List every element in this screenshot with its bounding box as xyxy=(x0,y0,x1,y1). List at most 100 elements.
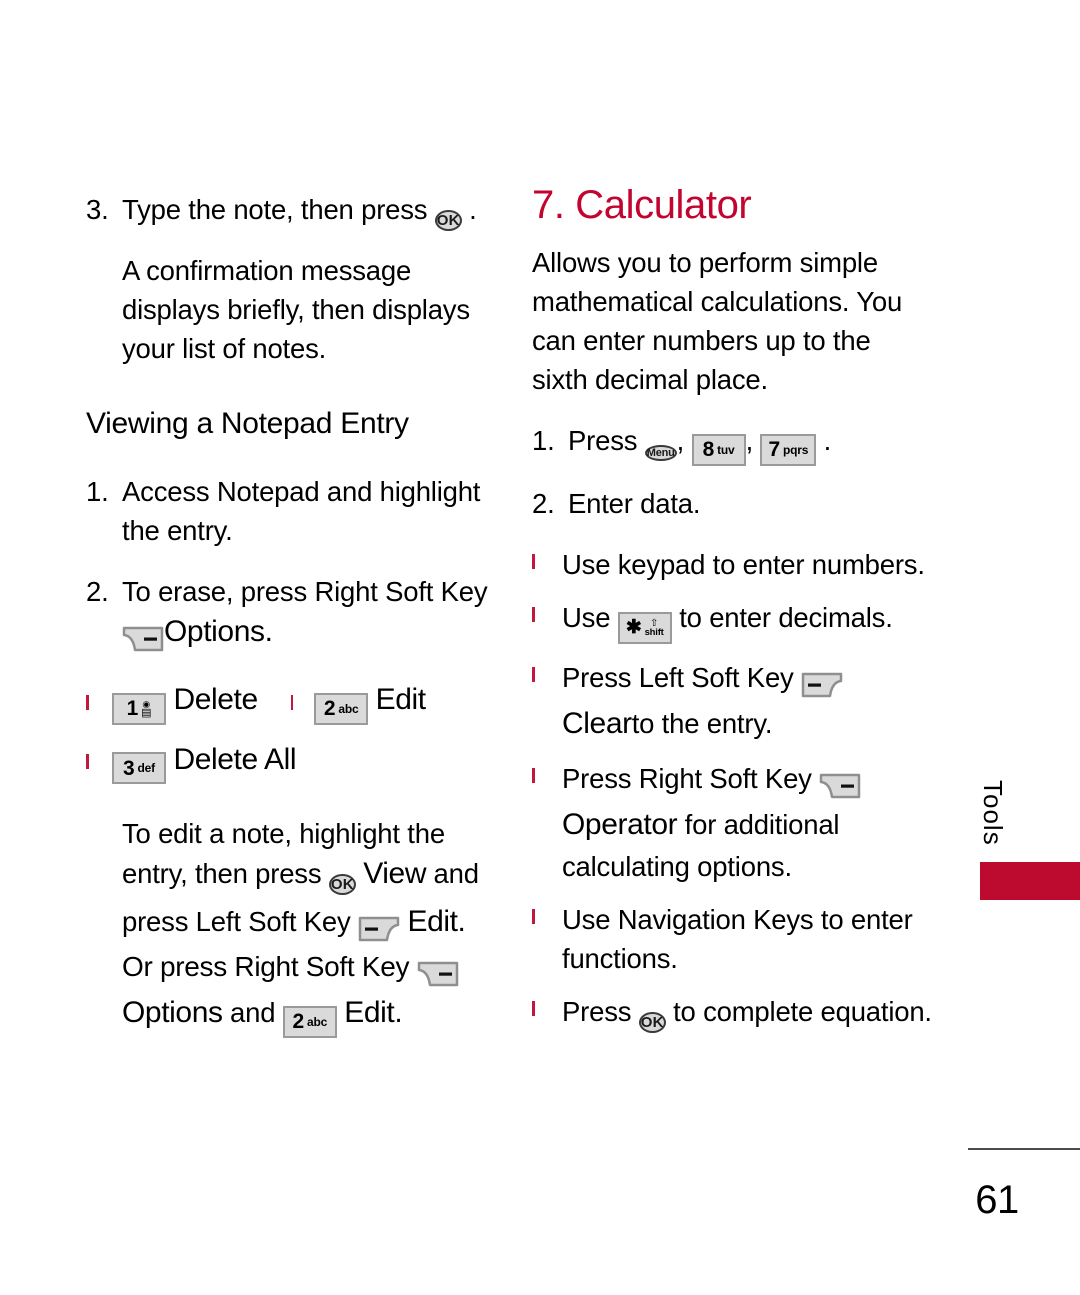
left-step-3-period: . xyxy=(469,194,477,225)
bullet-tick-icon xyxy=(532,992,562,1017)
calculator-bullet-list: Use keypad to enter numbers. Use ✱ ⇧ shif… xyxy=(532,545,932,1039)
right-soft-key-icon xyxy=(122,618,164,657)
section-tab-bar xyxy=(980,862,1080,900)
bullet-tick-icon xyxy=(532,658,562,682)
bullet-tick-icon xyxy=(290,681,307,720)
left-soft-key-icon xyxy=(358,908,400,947)
bullet-right-softkey-operator-text: Press Right Soft Key Operator for additi… xyxy=(562,759,932,886)
left-column: 3. Type the note, then press OK . A conf… xyxy=(86,190,498,1038)
right-soft-key-glyph xyxy=(819,774,861,799)
bullet-left-softkey-clear: Press Left Soft Key Clearto the entry. xyxy=(532,658,932,746)
key-2-icon: 2 abc xyxy=(314,692,369,725)
left-option-row-2-body: 3 def Delete All xyxy=(112,739,498,785)
bullet-tick-icon xyxy=(532,545,562,570)
key-1-icon: 1 ◉ ▤ xyxy=(112,692,166,725)
bullet-shift-post: to enter decimals. xyxy=(679,602,893,634)
bullet-left-softkey-clear-text: Press Left Soft Key Clearto the entry. xyxy=(562,658,932,746)
right-step-1-period: . xyxy=(823,425,832,457)
left-soft-key-glyph xyxy=(358,917,400,942)
bullet-keypad-numbers-text: Use keypad to enter numbers. xyxy=(562,549,925,581)
left-option-row-2: 3 def Delete All xyxy=(86,739,498,785)
shift-label: ⇧ shift xyxy=(644,617,664,638)
right-step-2-text: Enter data. xyxy=(568,488,701,520)
left-edit-note-options-label: Options xyxy=(122,996,223,1030)
right-step-1-comma-1: , xyxy=(676,425,685,457)
right-step-2-number: 2. xyxy=(532,488,555,520)
left-options-list: 1 ◉ ▤ Delete 2 abc Edit 3 def Delete All xyxy=(86,679,498,785)
bullet-shift-decimals-text: Use ✱ ⇧ shift to enter decimals. xyxy=(562,598,932,644)
bullet-ok-pre: Press xyxy=(562,996,632,1028)
bullet-operator-label: Operator xyxy=(562,808,678,842)
right-step-2: 2. Enter data. xyxy=(532,484,932,523)
left-edit-note-view-label: View xyxy=(363,857,427,891)
footer-rule xyxy=(968,1148,1080,1150)
left-step-2-number: 2. xyxy=(86,576,109,608)
key-7-icon: 7 pqrs xyxy=(760,433,817,466)
right-soft-key-icon xyxy=(417,953,459,992)
star-shift-key-icon: ✱ ⇧ shift xyxy=(617,611,672,644)
left-step-2-options-label: Options. xyxy=(164,615,273,649)
bullet-operator-pre: Press Right Soft Key xyxy=(562,763,812,795)
left-step-3-detail: A confirmation message displays briefly,… xyxy=(86,251,498,368)
left-edit-note-line2-pre: entry, then press xyxy=(122,858,322,890)
bullet-ok-complete-text: Press OK to complete equation. xyxy=(562,992,932,1039)
key-8-icon: 8 tuv xyxy=(691,433,746,466)
right-step-1-label: Press xyxy=(568,425,638,457)
manual-page: 3. Type the note, then press OK . A conf… xyxy=(0,0,1080,1295)
right-soft-key-icon xyxy=(819,765,861,804)
bullet-tick-icon xyxy=(532,759,562,784)
key-3-icon: 3 def xyxy=(112,752,166,785)
left-step-3: 3. Type the note, then press OK . xyxy=(86,190,498,237)
left-step-3-detail-text: A confirmation message displays briefly,… xyxy=(122,255,470,365)
bullet-tick-icon xyxy=(86,754,112,770)
left-edit-note-line4-post: Or press Right Soft Key xyxy=(122,951,410,983)
left-edit-note-edit-label: Edit. xyxy=(407,905,466,939)
left-edit-note-line1: To edit a note, highlight the xyxy=(122,818,445,850)
right-column: 7. Calculator Allows you to perform simp… xyxy=(532,183,932,1039)
left-section-heading: Viewing a Notepad Entry xyxy=(86,407,409,441)
left-step-1-text: Access Notepad and highlight the entry. xyxy=(122,476,481,547)
right-step-1-number: 1. xyxy=(532,425,555,457)
left-step-3-text: Type the note, then press OK . xyxy=(122,190,498,237)
right-soft-key-glyph xyxy=(122,627,164,652)
left-option-2-label: Edit xyxy=(375,683,427,717)
bullet-clear-label: Clear xyxy=(562,706,632,740)
bullet-navigation-keys-text: Use Navigation Keys to enter functions. xyxy=(562,904,913,975)
left-soft-key-icon xyxy=(801,664,843,703)
asterisk-icon: ✱ xyxy=(625,617,642,639)
bullet-navigation-keys: Use Navigation Keys to enter functions. xyxy=(532,900,932,978)
left-option-row-1-body: 1 ◉ ▤ Delete 2 abc Edit xyxy=(112,679,498,725)
left-step-2-text: To erase, press Right Soft Key Options. xyxy=(122,572,498,657)
bullet-tick-icon xyxy=(86,694,112,710)
left-soft-key-glyph xyxy=(801,672,843,698)
left-step-3-label: Type the note, then press xyxy=(122,194,428,225)
bullet-clear-post: to the entry. xyxy=(631,707,773,739)
left-edit-note: To edit a note, highlight the entry, the… xyxy=(86,814,498,1038)
left-option-3-label: Delete All xyxy=(173,742,297,776)
ok-key-icon: OK xyxy=(638,1012,666,1034)
left-edit-note-and: and xyxy=(230,997,276,1029)
bullet-clear-pre: Press Left Soft Key xyxy=(562,661,794,693)
right-step-1-comma-2: , xyxy=(745,425,754,457)
page-title: 7. Calculator xyxy=(532,183,752,227)
bullet-keypad-numbers: Use keypad to enter numbers. xyxy=(532,545,932,584)
bullet-ok-complete: Press OK to complete equation. xyxy=(532,992,932,1039)
key-2-icon: 2 abc xyxy=(282,1005,337,1038)
calculator-intro: Allows you to perform simple mathematica… xyxy=(532,247,903,396)
right-step-1: 1. Press Menu, 8 tuv , 7 pqrs . xyxy=(532,421,932,470)
bullet-shift-decimals: Use ✱ ⇧ shift to enter decimals. xyxy=(532,598,932,644)
bullet-shift-pre: Use xyxy=(562,602,611,634)
left-step-3-number: 3. xyxy=(86,194,109,225)
left-edit-note-text: To edit a note, highlight the entry, the… xyxy=(122,814,498,1038)
left-step-1: 1. Access Notepad and highlight the entr… xyxy=(86,472,498,550)
right-soft-key-glyph xyxy=(417,962,458,987)
voicemail-icon: ◉ ▤ xyxy=(141,698,152,719)
left-option-row-1: 1 ◉ ▤ Delete 2 abc Edit xyxy=(86,679,498,725)
ok-key-icon: OK xyxy=(434,210,462,231)
right-step-1-text: Press Menu, 8 tuv , 7 pqrs . xyxy=(568,421,932,470)
left-step-2-label: To erase, press Right Soft Key xyxy=(122,576,488,608)
left-edit-note-edit2-label: Edit. xyxy=(344,996,403,1030)
left-option-1-label: Delete xyxy=(173,683,258,717)
bullet-right-softkey-operator: Press Right Soft Key Operator for additi… xyxy=(532,759,932,886)
ok-key-icon: OK xyxy=(328,874,356,896)
